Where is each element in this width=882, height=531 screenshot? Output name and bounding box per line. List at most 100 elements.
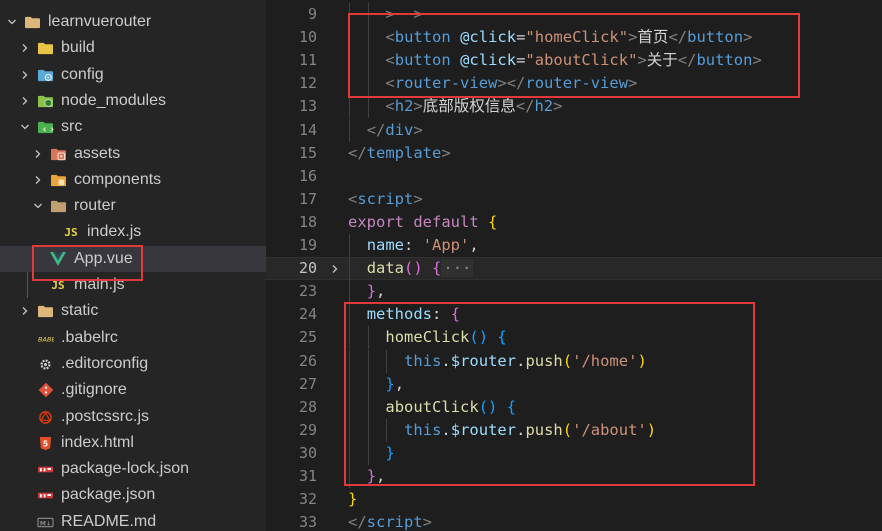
chevron-right-icon[interactable] bbox=[31, 147, 45, 161]
tree-item[interactable]: package-lock.json bbox=[0, 456, 266, 482]
tree-item[interactable]: BABEL .babelrc bbox=[0, 325, 266, 351]
tree-item[interactable]: static bbox=[0, 298, 266, 324]
tree-item-label: .babelrc bbox=[61, 329, 118, 346]
tree-item[interactable]: App.vue bbox=[0, 246, 266, 272]
indent-guide bbox=[349, 350, 350, 373]
tree-item[interactable]: .gitignore bbox=[0, 377, 266, 403]
code-token: h2 bbox=[394, 97, 414, 115]
code-token: push bbox=[525, 352, 563, 370]
tree-item[interactable]: .editorconfig bbox=[0, 351, 266, 377]
line-number: 11 bbox=[298, 51, 317, 69]
chevron-right-icon[interactable] bbox=[18, 304, 32, 318]
code-line[interactable]: 18 export default { bbox=[266, 211, 882, 234]
code-token: div bbox=[385, 121, 414, 139]
indent-guide bbox=[367, 95, 369, 118]
code-line[interactable]: 30} bbox=[266, 442, 882, 465]
code-token: '/home' bbox=[572, 352, 638, 370]
tree-item[interactable]: assets bbox=[0, 141, 266, 167]
tree-item[interactable]: JS main.js bbox=[0, 272, 266, 298]
code-line[interactable]: 12 <router-view></router-view> bbox=[266, 72, 882, 95]
chevron-right-icon[interactable] bbox=[31, 173, 45, 187]
line-number: 27 bbox=[298, 375, 317, 393]
tree-item[interactable]: components bbox=[0, 167, 266, 193]
indent-guide bbox=[386, 419, 388, 442]
code-token[interactable]: ··· bbox=[441, 259, 474, 277]
code-line[interactable]: 13 <h2>底部版权信息</h2> bbox=[266, 95, 882, 118]
tree-item-label: index.js bbox=[87, 223, 142, 240]
code-line[interactable]: 24 methods: { bbox=[266, 303, 882, 326]
code-token: () bbox=[469, 328, 489, 346]
tree-item[interactable]: package.json bbox=[0, 482, 266, 508]
tree-item[interactable]: learnvuerouter bbox=[0, 9, 266, 35]
code-text: }, bbox=[367, 280, 386, 303]
code-token: "homeClick" bbox=[525, 28, 629, 46]
code-editor[interactable]: 9 > >10 <button @click="homeClick">首页</but… bbox=[266, 0, 882, 531]
fold-chevron-icon[interactable] bbox=[328, 258, 342, 279]
gear-icon bbox=[36, 356, 54, 372]
tree-item[interactable]: router bbox=[0, 193, 266, 219]
code-line[interactable]: 23}, bbox=[266, 280, 882, 303]
tree-item-label: .gitignore bbox=[61, 381, 127, 398]
code-line[interactable]: 32} bbox=[266, 488, 882, 511]
code-line[interactable]: 9 > > bbox=[266, 3, 882, 26]
code-token: $router bbox=[450, 352, 517, 370]
code-line[interactable]: 26 this.$router.push('/home') bbox=[266, 350, 882, 373]
code-text: }, bbox=[367, 465, 386, 488]
code-text: </div> bbox=[367, 119, 423, 142]
tree-item[interactable]: build bbox=[0, 35, 266, 61]
code-token: push bbox=[525, 421, 563, 439]
tree-item[interactable]: .postcssrc.js bbox=[0, 404, 266, 430]
svg-text:BABEL: BABEL bbox=[38, 335, 54, 343]
code-line[interactable]: 16 bbox=[266, 165, 882, 188]
code-line[interactable]: 14 </div> bbox=[266, 119, 882, 142]
tree-item-label: src bbox=[61, 118, 83, 135]
code-line[interactable]: 17 <script> bbox=[266, 188, 882, 211]
tree-item[interactable]: config bbox=[0, 62, 266, 88]
indent-guide bbox=[367, 3, 369, 26]
code-line[interactable]: 28 aboutClick() { bbox=[266, 396, 882, 419]
code-line[interactable]: 15 </template> bbox=[266, 142, 882, 165]
chevron-down-icon[interactable] bbox=[5, 15, 19, 29]
line-number: 24 bbox=[298, 305, 317, 323]
code-token: { bbox=[488, 213, 498, 231]
code-line[interactable]: 33 </script> bbox=[266, 511, 882, 531]
chevron-right-icon[interactable] bbox=[18, 68, 32, 82]
tree-item[interactable]: src bbox=[0, 114, 266, 140]
chevron-right-icon[interactable] bbox=[18, 41, 32, 55]
line-number: 15 bbox=[298, 144, 317, 162]
tree-item-label: main.js bbox=[74, 276, 125, 293]
code-line[interactable]: 29 this.$router.push('/about') bbox=[266, 419, 882, 442]
code-token: { bbox=[497, 328, 507, 346]
tree-item[interactable]: 5 index.html bbox=[0, 430, 266, 456]
code-token: </ bbox=[677, 51, 697, 69]
code-token: aboutClick bbox=[385, 398, 479, 416]
line-number: 30 bbox=[298, 444, 317, 462]
code-line[interactable]: 19 name: 'App', bbox=[266, 234, 882, 257]
line-number: 33 bbox=[298, 513, 317, 531]
chevron-down-icon[interactable] bbox=[18, 120, 32, 134]
tree-item[interactable]: M↓ README.md bbox=[0, 509, 266, 531]
code-token: < bbox=[385, 51, 395, 69]
tree-item[interactable]: JS index.js bbox=[0, 219, 266, 245]
code-line[interactable]: 20 data() {··· bbox=[266, 257, 882, 281]
code-token: @click bbox=[460, 51, 517, 69]
svg-text:M↓: M↓ bbox=[39, 520, 50, 527]
code-line[interactable]: 25 homeClick() { bbox=[266, 326, 882, 349]
tree-item[interactable]: node_modules bbox=[0, 88, 266, 114]
code-line[interactable]: 27}, bbox=[266, 373, 882, 396]
code-token: > bbox=[413, 121, 423, 139]
code-line[interactable]: 10 <button @click="homeClick">首页</button> bbox=[266, 26, 882, 49]
chevron-down-icon[interactable] bbox=[31, 199, 45, 213]
code-text: <script> bbox=[348, 188, 423, 211]
chevron-right-icon[interactable] bbox=[18, 94, 32, 108]
line-number: 12 bbox=[298, 74, 317, 92]
code-text: export default { bbox=[348, 211, 497, 234]
code-token: 首页 bbox=[637, 28, 669, 46]
code-line[interactable]: 31}, bbox=[266, 465, 882, 488]
line-number: 18 bbox=[298, 213, 317, 231]
code-line[interactable]: 11 <button @click="aboutClick">关于</button… bbox=[266, 49, 882, 72]
line-number: 13 bbox=[298, 97, 317, 115]
code-text: this.$router.push('/about') bbox=[404, 419, 656, 442]
